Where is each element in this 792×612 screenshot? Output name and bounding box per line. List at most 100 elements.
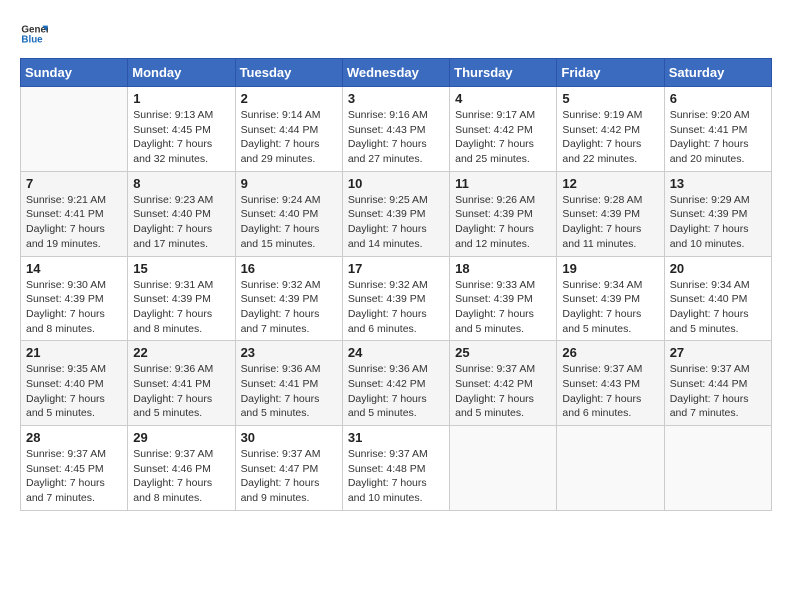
cell-week2-day0: 7 Sunrise: 9:21 AMSunset: 4:41 PMDaylight… <box>21 171 128 256</box>
day-number: 23 <box>241 345 337 360</box>
cell-week2-day4: 11 Sunrise: 9:26 AMSunset: 4:39 PMDayligh… <box>450 171 557 256</box>
day-info: Sunrise: 9:34 AMSunset: 4:39 PMDaylight:… <box>562 278 658 337</box>
cell-week5-day1: 29 Sunrise: 9:37 AMSunset: 4:46 PMDayligh… <box>128 426 235 511</box>
day-info: Sunrise: 9:23 AMSunset: 4:40 PMDaylight:… <box>133 193 229 252</box>
cell-week5-day0: 28 Sunrise: 9:37 AMSunset: 4:45 PMDayligh… <box>21 426 128 511</box>
day-number: 1 <box>133 91 229 106</box>
logo: General Blue <box>20 20 52 48</box>
day-number: 11 <box>455 176 551 191</box>
cell-week2-day5: 12Sunrise: 9:28 AMSunset: 4:39 PMDayligh… <box>557 171 664 256</box>
cell-week2-day1: 8 Sunrise: 9:23 AMSunset: 4:40 PMDaylight… <box>128 171 235 256</box>
cell-week5-day6 <box>664 426 771 511</box>
day-info: Sunrise: 9:28 AMSunset: 4:39 PMDaylight:… <box>562 193 658 252</box>
cell-week4-day6: 27 Sunrise: 9:37 AMSunset: 4:44 PMDayligh… <box>664 341 771 426</box>
cell-week4-day3: 24 Sunrise: 9:36 AMSunset: 4:42 PMDayligh… <box>342 341 449 426</box>
svg-text:Blue: Blue <box>21 34 43 45</box>
cell-week2-day3: 10 Sunrise: 9:25 AMSunset: 4:39 PMDayligh… <box>342 171 449 256</box>
header-friday: Friday <box>557 59 664 87</box>
header-sunday: Sunday <box>21 59 128 87</box>
day-number: 29 <box>133 430 229 445</box>
day-info: Sunrise: 9:35 AMSunset: 4:40 PMDaylight:… <box>26 362 122 421</box>
day-number: 2 <box>241 91 337 106</box>
cell-week3-day3: 17 Sunrise: 9:32 AMSunset: 4:39 PMDayligh… <box>342 256 449 341</box>
day-info: Sunrise: 9:24 AMSunset: 4:40 PMDaylight:… <box>241 193 337 252</box>
week-row-1: 1 Sunrise: 9:13 AMSunset: 4:45 PMDaylight… <box>21 87 772 172</box>
day-number: 28 <box>26 430 122 445</box>
day-number: 10 <box>348 176 444 191</box>
cell-week4-day1: 22Sunrise: 9:36 AMSunset: 4:41 PMDayligh… <box>128 341 235 426</box>
day-number: 20 <box>670 261 766 276</box>
cell-week4-day5: 26Sunrise: 9:37 AMSunset: 4:43 PMDayligh… <box>557 341 664 426</box>
day-info: Sunrise: 9:29 AMSunset: 4:39 PMDaylight:… <box>670 193 766 252</box>
day-info: Sunrise: 9:32 AMSunset: 4:39 PMDaylight:… <box>348 278 444 337</box>
cell-week2-day2: 9 Sunrise: 9:24 AMSunset: 4:40 PMDaylight… <box>235 171 342 256</box>
day-info: Sunrise: 9:19 AMSunset: 4:42 PMDaylight:… <box>562 108 658 167</box>
cell-week3-day2: 16Sunrise: 9:32 AMSunset: 4:39 PMDayligh… <box>235 256 342 341</box>
weekday-header-row: SundayMondayTuesdayWednesdayThursdayFrid… <box>21 59 772 87</box>
day-number: 26 <box>562 345 658 360</box>
day-number: 5 <box>562 91 658 106</box>
day-info: Sunrise: 9:21 AMSunset: 4:41 PMDaylight:… <box>26 193 122 252</box>
cell-week3-day0: 14 Sunrise: 9:30 AMSunset: 4:39 PMDayligh… <box>21 256 128 341</box>
day-number: 13 <box>670 176 766 191</box>
header-thursday: Thursday <box>450 59 557 87</box>
day-number: 9 <box>241 176 337 191</box>
day-info: Sunrise: 9:32 AMSunset: 4:39 PMDaylight:… <box>241 278 337 337</box>
day-info: Sunrise: 9:37 AMSunset: 4:46 PMDaylight:… <box>133 447 229 506</box>
day-info: Sunrise: 9:36 AMSunset: 4:41 PMDaylight:… <box>241 362 337 421</box>
week-row-5: 28 Sunrise: 9:37 AMSunset: 4:45 PMDayligh… <box>21 426 772 511</box>
day-info: Sunrise: 9:26 AMSunset: 4:39 PMDaylight:… <box>455 193 551 252</box>
cell-week2-day6: 13 Sunrise: 9:29 AMSunset: 4:39 PMDayligh… <box>664 171 771 256</box>
day-info: Sunrise: 9:37 AMSunset: 4:45 PMDaylight:… <box>26 447 122 506</box>
day-number: 31 <box>348 430 444 445</box>
day-info: Sunrise: 9:37 AMSunset: 4:48 PMDaylight:… <box>348 447 444 506</box>
day-number: 25 <box>455 345 551 360</box>
day-info: Sunrise: 9:25 AMSunset: 4:39 PMDaylight:… <box>348 193 444 252</box>
cell-week3-day4: 18Sunrise: 9:33 AMSunset: 4:39 PMDayligh… <box>450 256 557 341</box>
header-tuesday: Tuesday <box>235 59 342 87</box>
cell-week5-day3: 31 Sunrise: 9:37 AMSunset: 4:48 PMDayligh… <box>342 426 449 511</box>
cell-week1-day0 <box>21 87 128 172</box>
cell-week3-day5: 19 Sunrise: 9:34 AMSunset: 4:39 PMDayligh… <box>557 256 664 341</box>
day-number: 15 <box>133 261 229 276</box>
day-info: Sunrise: 9:14 AMSunset: 4:44 PMDaylight:… <box>241 108 337 167</box>
day-info: Sunrise: 9:36 AMSunset: 4:41 PMDaylight:… <box>133 362 229 421</box>
day-number: 6 <box>670 91 766 106</box>
day-number: 8 <box>133 176 229 191</box>
day-number: 19 <box>562 261 658 276</box>
header-wednesday: Wednesday <box>342 59 449 87</box>
day-info: Sunrise: 9:33 AMSunset: 4:39 PMDaylight:… <box>455 278 551 337</box>
day-info: Sunrise: 9:37 AMSunset: 4:42 PMDaylight:… <box>455 362 551 421</box>
cell-week3-day6: 20Sunrise: 9:34 AMSunset: 4:40 PMDayligh… <box>664 256 771 341</box>
day-number: 27 <box>670 345 766 360</box>
cell-week3-day1: 15 Sunrise: 9:31 AMSunset: 4:39 PMDayligh… <box>128 256 235 341</box>
day-number: 14 <box>26 261 122 276</box>
day-info: Sunrise: 9:13 AMSunset: 4:45 PMDaylight:… <box>133 108 229 167</box>
day-number: 21 <box>26 345 122 360</box>
day-info: Sunrise: 9:20 AMSunset: 4:41 PMDaylight:… <box>670 108 766 167</box>
day-info: Sunrise: 9:30 AMSunset: 4:39 PMDaylight:… <box>26 278 122 337</box>
day-info: Sunrise: 9:17 AMSunset: 4:42 PMDaylight:… <box>455 108 551 167</box>
cell-week5-day4 <box>450 426 557 511</box>
header-saturday: Saturday <box>664 59 771 87</box>
cell-week4-day2: 23 Sunrise: 9:36 AMSunset: 4:41 PMDayligh… <box>235 341 342 426</box>
day-number: 4 <box>455 91 551 106</box>
cell-week1-day2: 2 Sunrise: 9:14 AMSunset: 4:44 PMDaylight… <box>235 87 342 172</box>
week-row-4: 21 Sunrise: 9:35 AMSunset: 4:40 PMDayligh… <box>21 341 772 426</box>
day-number: 7 <box>26 176 122 191</box>
cell-week5-day5 <box>557 426 664 511</box>
cell-week5-day2: 30 Sunrise: 9:37 AMSunset: 4:47 PMDayligh… <box>235 426 342 511</box>
day-info: Sunrise: 9:16 AMSunset: 4:43 PMDaylight:… <box>348 108 444 167</box>
day-info: Sunrise: 9:36 AMSunset: 4:42 PMDaylight:… <box>348 362 444 421</box>
cell-week1-day1: 1 Sunrise: 9:13 AMSunset: 4:45 PMDaylight… <box>128 87 235 172</box>
header-monday: Monday <box>128 59 235 87</box>
day-info: Sunrise: 9:31 AMSunset: 4:39 PMDaylight:… <box>133 278 229 337</box>
cell-week4-day4: 25 Sunrise: 9:37 AMSunset: 4:42 PMDayligh… <box>450 341 557 426</box>
day-number: 30 <box>241 430 337 445</box>
cell-week1-day5: 5 Sunrise: 9:19 AMSunset: 4:42 PMDaylight… <box>557 87 664 172</box>
cell-week1-day6: 6 Sunrise: 9:20 AMSunset: 4:41 PMDaylight… <box>664 87 771 172</box>
day-info: Sunrise: 9:37 AMSunset: 4:47 PMDaylight:… <box>241 447 337 506</box>
day-number: 17 <box>348 261 444 276</box>
day-number: 24 <box>348 345 444 360</box>
day-info: Sunrise: 9:37 AMSunset: 4:44 PMDaylight:… <box>670 362 766 421</box>
